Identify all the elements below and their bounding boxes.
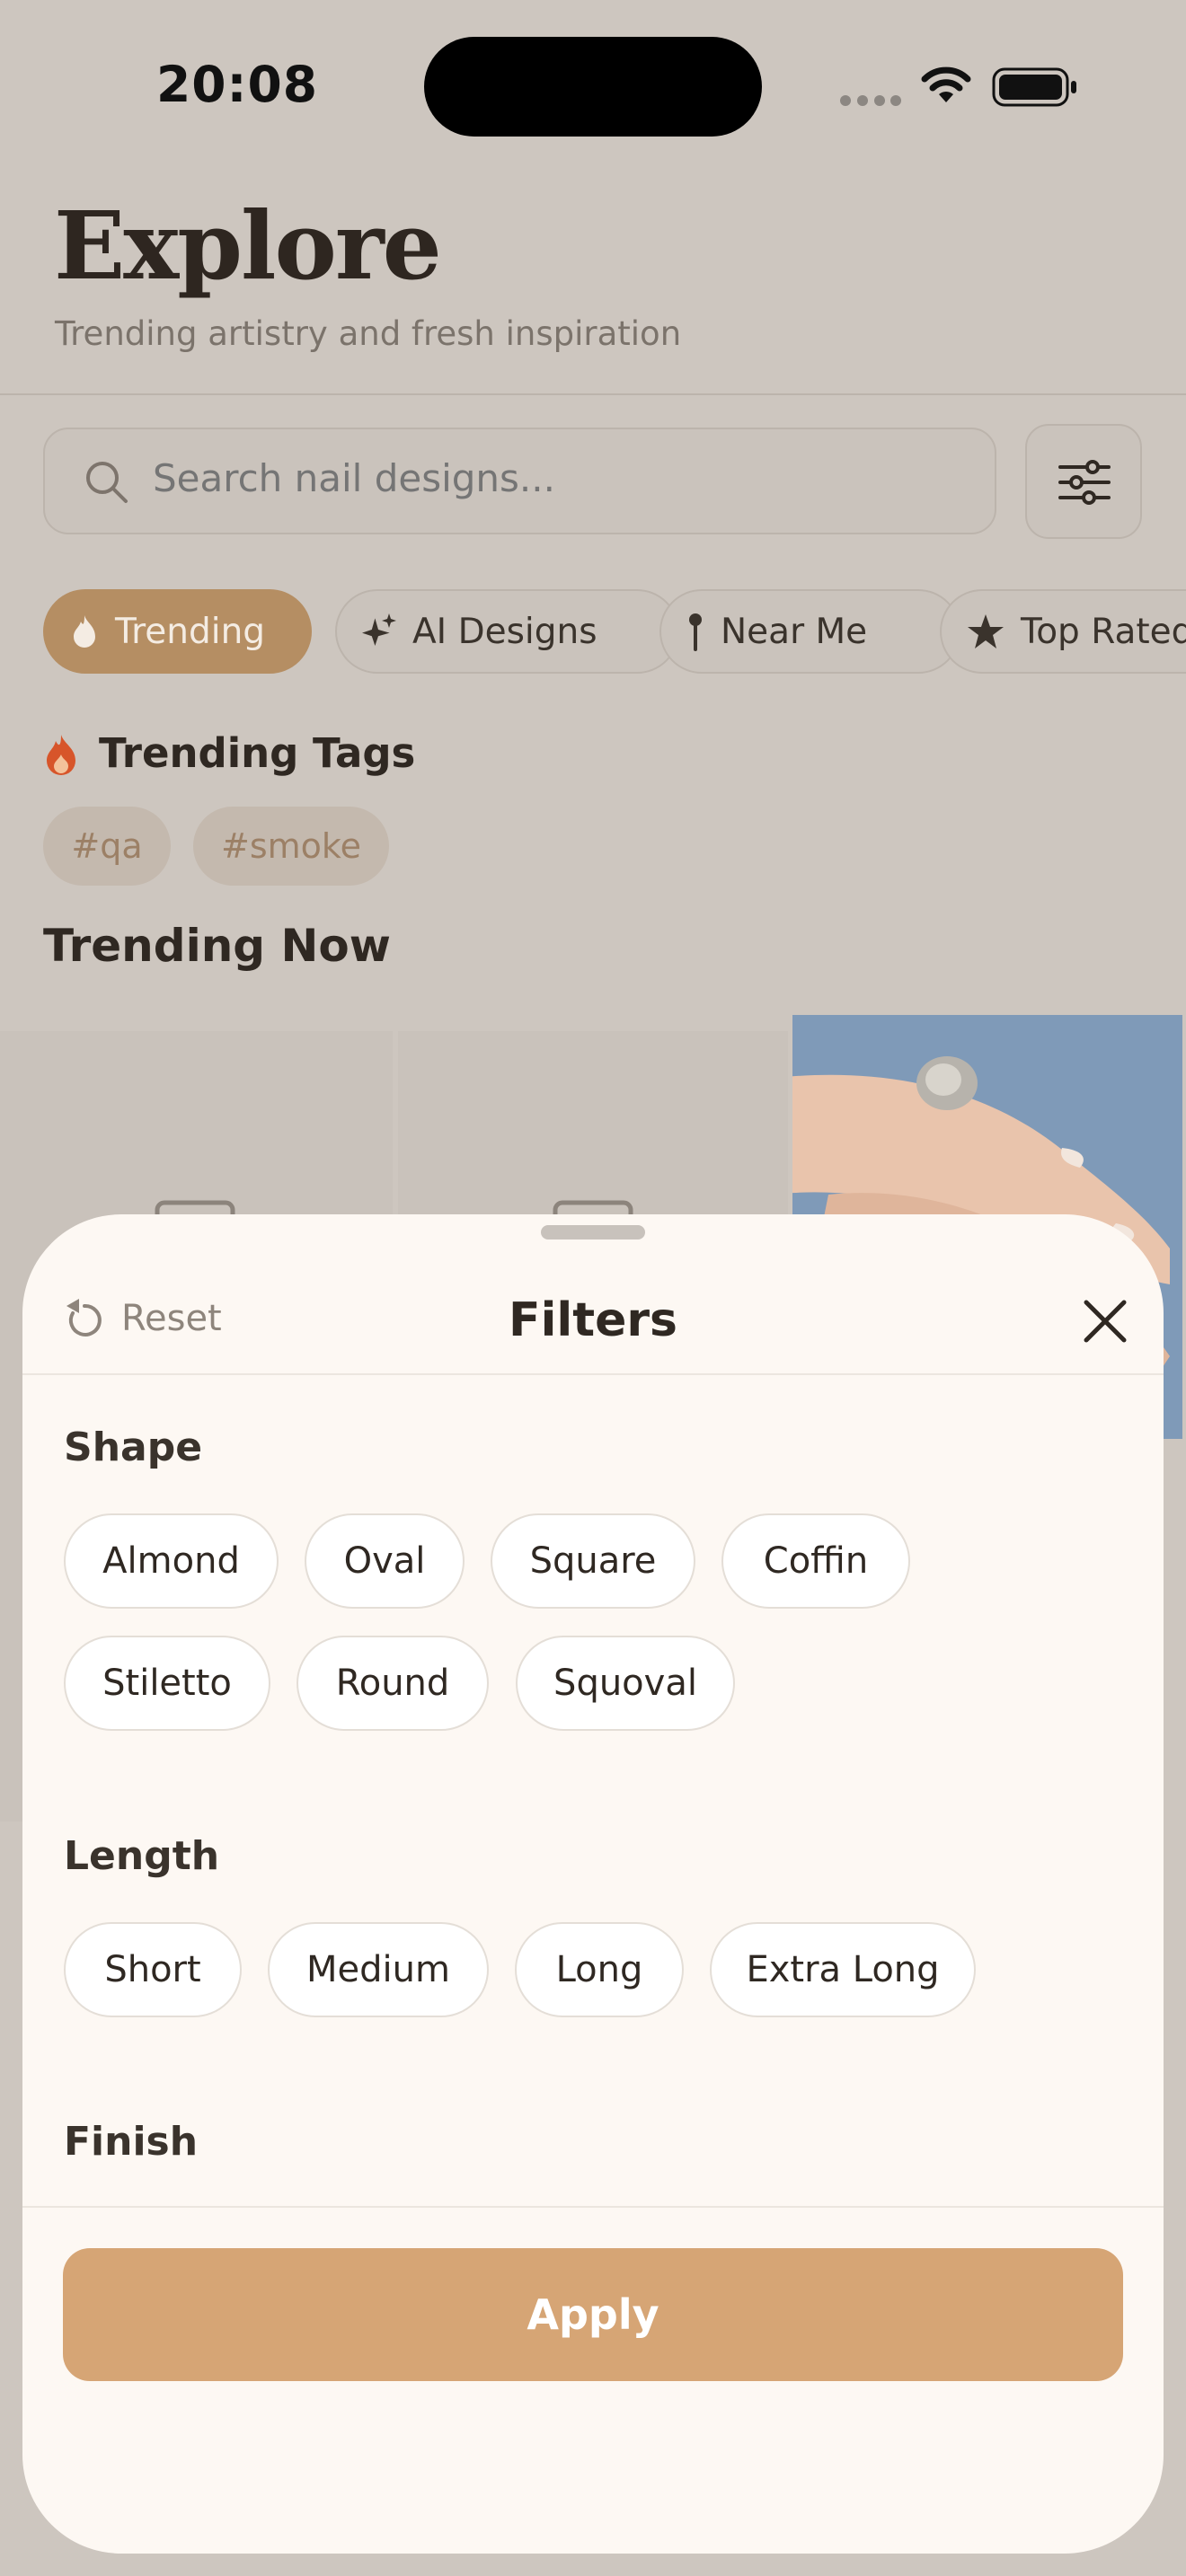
shape-option-squoval[interactable]: Squoval <box>516 1636 735 1731</box>
shape-section-label: Shape <box>64 1425 203 1470</box>
sheet-title: Filters <box>509 1293 677 1347</box>
filters-sheet: Reset Filters Shape Almond Oval Square C… <box>22 1214 1164 2554</box>
status-time: 20:08 <box>156 56 319 113</box>
length-section-label: Length <box>64 1833 220 1879</box>
pin-icon <box>689 613 702 651</box>
page-title: Explore <box>54 190 442 301</box>
sheet-grabber[interactable] <box>541 1225 645 1239</box>
page-subtitle: Trending artistry and fresh inspiration <box>55 314 682 353</box>
chip-ai-designs[interactable]: AI Designs <box>335 589 679 674</box>
chip-near-me[interactable]: Near Me <box>659 589 960 674</box>
search-input[interactable] <box>153 456 961 500</box>
close-icon[interactable] <box>1074 1290 1137 1353</box>
apply-button[interactable]: Apply <box>63 2248 1123 2381</box>
shape-option-stiletto[interactable]: Stiletto <box>64 1636 270 1731</box>
chip-label: Trending <box>115 611 266 652</box>
length-option-short[interactable]: Short <box>64 1922 242 2017</box>
shape-option-square[interactable]: Square <box>491 1513 695 1609</box>
length-option-extra-long[interactable]: Extra Long <box>710 1922 976 2017</box>
shape-option-almond[interactable]: Almond <box>64 1513 279 1609</box>
flame-icon <box>47 735 75 775</box>
chip-trending[interactable]: Trending <box>43 589 312 674</box>
search-box[interactable] <box>43 428 996 534</box>
chip-label: AI Designs <box>412 611 597 652</box>
tag-chip[interactable]: #smoke <box>193 807 389 886</box>
chip-top-rated[interactable]: Top Rated <box>940 589 1186 674</box>
filter-button[interactable] <box>1025 424 1142 539</box>
battery-icon <box>992 67 1076 107</box>
finish-section-label: Finish <box>64 2119 199 2165</box>
chip-label: Top Rated <box>1021 611 1186 652</box>
sliders-icon <box>1058 460 1111 505</box>
tag-chip[interactable]: #qa <box>43 807 171 886</box>
search-icon <box>86 462 128 503</box>
length-option-long[interactable]: Long <box>515 1922 684 2017</box>
dynamic-island <box>424 37 762 137</box>
length-option-medium[interactable]: Medium <box>268 1922 489 2017</box>
shape-option-oval[interactable]: Oval <box>305 1513 465 1609</box>
wifi-icon <box>921 66 971 102</box>
star-icon <box>968 614 1004 648</box>
shape-option-round[interactable]: Round <box>296 1636 489 1731</box>
sheet-divider <box>22 1373 1164 1375</box>
flame-icon <box>74 615 95 648</box>
trending-now-heading: Trending Now <box>43 920 391 972</box>
chip-label: Near Me <box>721 611 868 652</box>
status-bar: 20:08 <box>0 0 1186 180</box>
sparkle-icon <box>362 613 396 646</box>
shape-option-coffin[interactable]: Coffin <box>721 1513 910 1609</box>
header-divider <box>0 393 1186 395</box>
cellular-signal-icon <box>840 95 901 106</box>
sheet-divider <box>22 2206 1164 2208</box>
